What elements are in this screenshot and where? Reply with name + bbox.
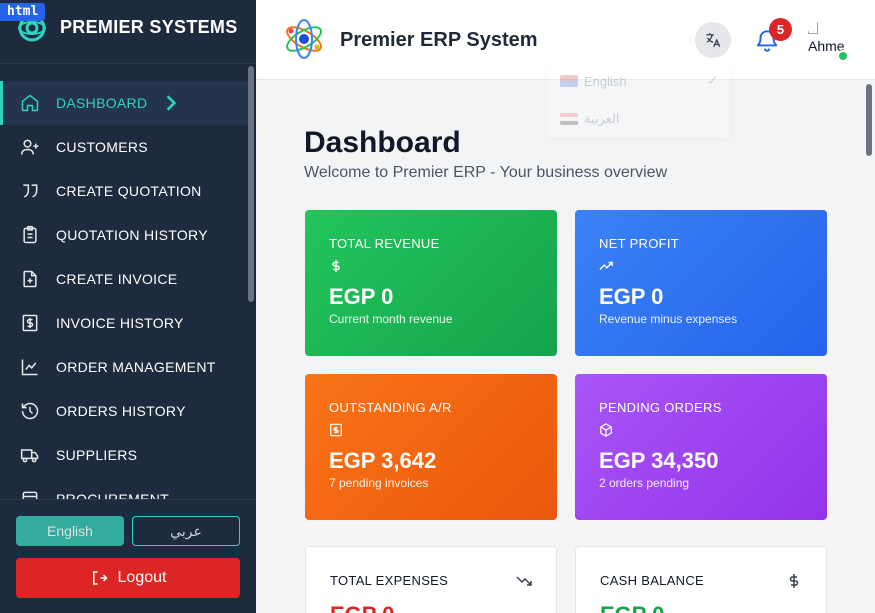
sidebar-item-label: INVOICE HISTORY	[56, 315, 184, 331]
card-value: EGP 3,642	[329, 448, 437, 473]
logout-label: Logout	[117, 569, 167, 586]
online-status-dot	[837, 50, 849, 62]
dollar-icon	[332, 259, 340, 273]
sidebar-item-suppliers[interactable]: SUPPLIERS	[0, 433, 248, 477]
card-value: EGP 0	[329, 284, 394, 309]
sidebar-footer: English عربي Logout	[0, 499, 256, 613]
package-icon	[600, 423, 612, 437]
card-label: TOTAL REVENUE	[329, 236, 440, 251]
page-subtitle: Welcome to Premier ERP - Your business o…	[304, 164, 668, 181]
sidebar-item-customers[interactable]: CUSTOMERS	[0, 125, 248, 169]
net-profit-card: NET PROFIT EGP 0 Revenue minus expenses	[575, 210, 827, 356]
arabic-button[interactable]: عربي	[132, 516, 240, 546]
card-label: PENDING ORDERS	[599, 400, 722, 415]
sidebar-item-invoice-history[interactable]: INVOICE HISTORY	[0, 301, 248, 345]
receipt-icon	[330, 423, 342, 437]
language-switcher: English عربي	[16, 516, 240, 546]
sidebar-item-label: ORDER MANAGEMENT	[56, 359, 216, 375]
logout-icon	[92, 571, 108, 585]
sidebar-scrollbar[interactable]	[248, 66, 254, 302]
card-label: NET PROFIT	[599, 236, 680, 251]
card-value: EGP 0	[330, 602, 532, 613]
chevron-right-icon	[167, 95, 177, 111]
language-option-english[interactable]: English ✓	[548, 62, 730, 100]
translate-button[interactable]	[695, 22, 731, 58]
card-value: EGP 0	[600, 602, 802, 613]
us-flag-icon	[560, 75, 578, 87]
logout-button[interactable]: Logout	[16, 558, 240, 598]
sidebar-item-label: CREATE QUOTATION	[56, 183, 202, 199]
sidebar-item-label: QUOTATION HISTORY	[56, 227, 208, 243]
english-button[interactable]: English	[16, 516, 124, 546]
history-icon	[21, 402, 39, 420]
quote-icon	[23, 184, 38, 198]
card-note: Current month revenue	[329, 312, 453, 326]
check-icon: ✓	[707, 73, 718, 88]
atom-logo-icon	[286, 19, 322, 59]
sidebar-item-label: DASHBOARD	[56, 95, 148, 111]
sidebar-item-quotation-history[interactable]: QUOTATION HISTORY	[0, 213, 248, 257]
language-option-label: English	[584, 73, 627, 89]
cash-balance-card: CASH BALANCE EGP 0	[575, 546, 827, 613]
app-root: PREMIER SYSTEMS html DASHBOARD CUSTOMERS…	[0, 0, 875, 613]
receipt-icon	[22, 314, 38, 332]
sidebar-item-label: CREATE INVOICE	[56, 271, 178, 287]
language-dropdown: English ✓ العربية	[548, 62, 730, 138]
truck-icon	[20, 449, 39, 463]
sidebar-item-label: PROCUREMENT	[56, 491, 169, 499]
language-option-label: العربية	[584, 111, 620, 126]
sidebar-item-procurement[interactable]: PROCUREMENT	[0, 477, 248, 499]
trending-down-icon	[516, 576, 532, 586]
card-note: 2 orders pending	[599, 476, 690, 490]
outstanding-ar-card: OUTSTANDING A/R EGP 3,642 7 pending invo…	[305, 374, 557, 520]
debug-html-tag: html	[0, 3, 46, 21]
eg-flag-icon	[560, 113, 578, 125]
card-value: EGP 0	[599, 284, 664, 309]
card-note: 7 pending invoices	[329, 476, 429, 490]
card-value: EGP 34,350	[599, 448, 719, 473]
translate-icon	[706, 33, 721, 48]
card-note: Revenue minus expenses	[599, 312, 738, 326]
sidebar-item-label: CUSTOMERS	[56, 139, 148, 155]
dollar-icon	[789, 574, 799, 588]
notification-badge: 5	[769, 18, 792, 41]
pending-orders-card: PENDING ORDERS EGP 34,350 2 orders pendi…	[575, 374, 827, 520]
sidebar-nav: DASHBOARD CUSTOMERS CREATE QUOTATION QUO…	[0, 81, 248, 499]
trending-up-icon	[599, 261, 613, 270]
sidebar-item-orders-history[interactable]: ORDERS HISTORY	[0, 389, 248, 433]
brand-name: PREMIER SYSTEMS	[60, 17, 238, 37]
sidebar-item-label: ORDERS HISTORY	[56, 403, 186, 419]
card-label: CASH BALANCE	[600, 573, 705, 588]
page-title: Dashboard	[304, 126, 461, 159]
file-plus-icon	[23, 270, 37, 288]
sidebar-item-label: SUPPLIERS	[56, 447, 138, 463]
total-expenses-card: TOTAL EXPENSES EGP 0	[305, 546, 557, 613]
chart-icon	[21, 359, 38, 376]
broken-image-icon	[808, 22, 818, 34]
clipboard-icon	[23, 225, 37, 244]
sidebar-item-dashboard[interactable]: DASHBOARD	[0, 81, 248, 125]
total-revenue-card: TOTAL REVENUE EGP 0 Current month revenu…	[305, 210, 557, 356]
sidebar-item-create-invoice[interactable]: CREATE INVOICE	[0, 257, 248, 301]
card-label: TOTAL EXPENSES	[330, 573, 449, 588]
user-plus-icon	[20, 139, 39, 155]
sidebar: PREMIER SYSTEMS html DASHBOARD CUSTOMERS…	[0, 0, 256, 613]
main-scrollbar[interactable]	[866, 84, 872, 156]
language-option-arabic[interactable]: العربية	[548, 100, 730, 138]
sidebar-item-order-management[interactable]: ORDER MANAGEMENT	[0, 345, 248, 389]
cart-icon	[22, 491, 38, 499]
home-icon	[21, 94, 39, 112]
card-label: OUTSTANDING A/R	[329, 400, 452, 415]
sidebar-item-create-quotation[interactable]: CREATE QUOTATION	[0, 169, 248, 213]
app-title: Premier ERP System	[340, 29, 538, 51]
